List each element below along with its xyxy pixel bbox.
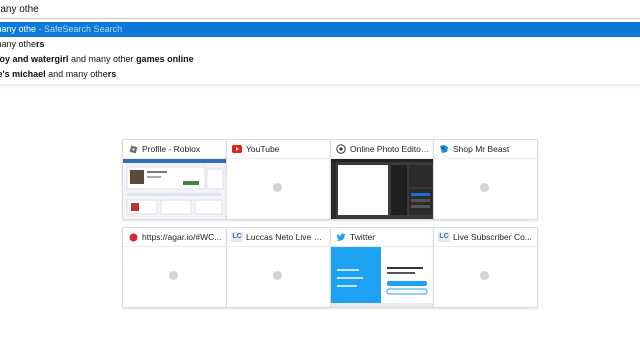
address-bar[interactable]: [0, 0, 640, 19]
top-site-tile-twitter[interactable]: Twitter: [330, 227, 435, 308]
suggestion-text: re's michael and many others: [0, 69, 117, 79]
lc-icon: LC: [438, 232, 450, 242]
tile-label: Luccas Neto Live S...: [246, 232, 326, 242]
suggestion-item[interactable]: re's michael and many others: [0, 67, 640, 82]
twitter-icon: [336, 232, 346, 242]
placeholder-dot: [480, 183, 489, 192]
tile-label: Live Subscriber Co...: [453, 232, 532, 242]
top-site-tile-live-subscriber[interactable]: LC Live Subscriber Co...: [433, 227, 538, 308]
tile-label: YouTube: [246, 144, 280, 154]
placeholder-dot: [169, 271, 178, 280]
suggestion-text: many othe - SafeSearch Search: [0, 24, 123, 34]
suggestion-divider: [0, 84, 640, 89]
top-site-tile-agar[interactable]: https://agar.io/#WC...: [122, 227, 227, 308]
photo-editor-icon: [336, 144, 346, 154]
suggestion-list: many othe - SafeSearch Search many other…: [0, 22, 640, 82]
tile-label: Online Photo Editor ...: [350, 144, 430, 154]
suggestion-item[interactable]: many others: [0, 37, 640, 52]
top-site-tile-roblox[interactable]: Profile - Roblox: [122, 139, 227, 220]
agar-icon: [128, 232, 138, 242]
roblox-icon: [128, 144, 138, 154]
placeholder-dot: [273, 271, 282, 280]
tile-label: Twitter: [350, 232, 376, 242]
suggestion-text: many others: [0, 39, 45, 49]
top-site-tile-photo-editor[interactable]: Online Photo Editor ...: [330, 139, 435, 220]
lc-icon: LC: [231, 232, 243, 242]
placeholder-dot: [273, 183, 282, 192]
tile-thumbnail: [331, 159, 434, 219]
mrbeast-icon: [439, 144, 449, 154]
address-input[interactable]: [0, 2, 622, 16]
tile-label: Profile - Roblox: [142, 144, 201, 154]
tile-label: https://agar.io/#WC...: [142, 232, 222, 242]
tile-thumbnail: [331, 247, 434, 307]
top-site-tile-youtube[interactable]: YouTube: [226, 139, 331, 220]
placeholder-dot: [480, 271, 489, 280]
suggestion-item[interactable]: many othe - SafeSearch Search: [0, 22, 640, 37]
suggestion-text: boy and watergirl and many other games o…: [0, 54, 194, 64]
tile-thumbnail: [123, 159, 226, 219]
top-site-tile-luccas-neto[interactable]: LC Luccas Neto Live S...: [226, 227, 331, 308]
top-site-tile-mrbeast[interactable]: Shop Mr Beast: [433, 139, 538, 220]
suggestion-item[interactable]: boy and watergirl and many other games o…: [0, 52, 640, 67]
tile-label: Shop Mr Beast: [453, 144, 510, 154]
youtube-icon: [232, 144, 242, 154]
suggestion-hint: - SafeSearch Search: [36, 24, 123, 34]
